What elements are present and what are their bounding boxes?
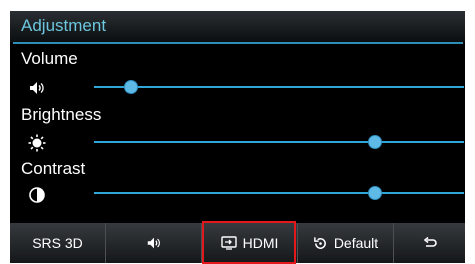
brightness-icon (28, 134, 46, 152)
speaker-icon (30, 82, 44, 94)
return-icon (423, 237, 437, 247)
default-label: Default (333, 235, 379, 251)
osd-title: Adjustment (21, 16, 107, 35)
osd-header: Adjustment (10, 11, 465, 42)
return-button[interactable] (394, 223, 465, 263)
srs-3d-button[interactable]: SRS 3D (10, 223, 106, 263)
speaker-icon (147, 237, 160, 249)
contrast-label: Contrast (21, 159, 86, 178)
brightness-slider-track[interactable] (94, 135, 464, 149)
brightness-label: Brightness (21, 105, 102, 124)
volume-button[interactable] (106, 223, 202, 263)
contrast-icon (29, 187, 45, 203)
contrast-slider-track[interactable] (94, 186, 464, 200)
contrast-slider-knob[interactable] (368, 186, 383, 200)
volume-slider-knob[interactable] (124, 80, 138, 94)
selection-highlight (202, 221, 296, 264)
volume-label: Volume (21, 49, 78, 68)
header-divider (13, 42, 463, 44)
volume-slider-track[interactable] (94, 80, 464, 94)
brightness-slider-knob[interactable] (368, 135, 383, 149)
reset-icon (313, 236, 326, 249)
srs-3d-label: SRS 3D (32, 235, 83, 251)
default-button[interactable]: Default (298, 223, 394, 263)
